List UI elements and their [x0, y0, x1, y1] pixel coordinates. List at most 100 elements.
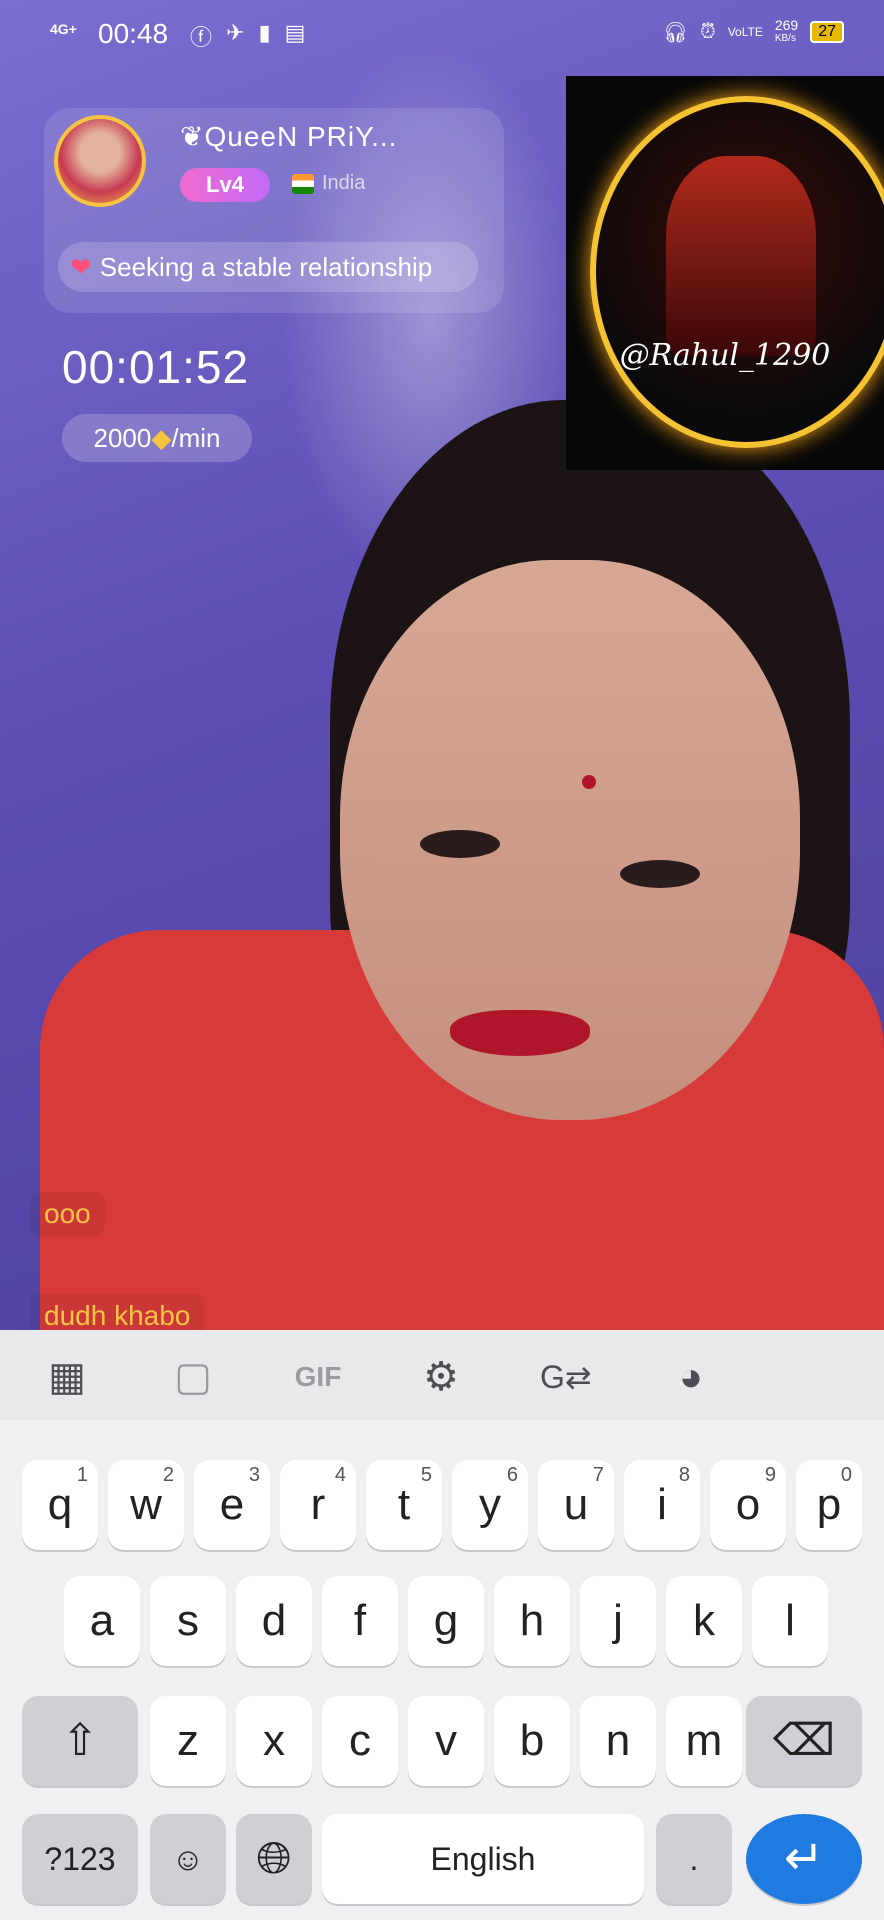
key-hint: 7 — [592, 1464, 604, 1486]
key-hint: 4 — [334, 1464, 346, 1486]
key-label: i — [657, 1480, 667, 1529]
status-time: 00:48 — [98, 18, 169, 49]
rate-unit: /min — [171, 423, 221, 453]
sticker-icon[interactable]: ▢ — [168, 1352, 218, 1402]
settings-icon[interactable]: ⚙ — [416, 1352, 466, 1402]
channel-watermark: @Rahul_1290 — [566, 76, 884, 470]
channel-handle: @Rahul_1290 — [619, 338, 831, 373]
gif-button[interactable]: GIF — [288, 1352, 348, 1402]
enter-key[interactable]: ↵ — [746, 1814, 862, 1904]
key-label: y — [479, 1480, 501, 1529]
key-w[interactable]: 2w — [108, 1460, 184, 1550]
storage-icon: ▤ — [284, 20, 306, 45]
key-label: w — [130, 1480, 162, 1529]
key-s[interactable]: s — [150, 1576, 226, 1666]
call-timer: 00:01:52 — [62, 341, 250, 393]
key-c[interactable]: c — [322, 1696, 398, 1786]
key-l[interactable]: l — [752, 1576, 828, 1666]
india-flag-icon — [292, 174, 314, 194]
key-label: o — [735, 1480, 761, 1529]
status-bar: 4G+ 00:48 ⓕ ✈ ▮ ▤ 🎧︎ ⏰︎ VoLTE 269 KB/s 2… — [0, 0, 884, 70]
right-eye — [620, 860, 700, 888]
key-u[interactable]: 7u — [538, 1460, 614, 1550]
lips — [450, 1010, 590, 1056]
key-hint: 6 — [506, 1464, 518, 1486]
emoji-icon: ☺ — [171, 1841, 205, 1877]
key-z[interactable]: z — [150, 1696, 226, 1786]
language-key[interactable]: 🌐︎ — [236, 1814, 312, 1904]
streamer-status: ❤ Seeking a stable relationship — [58, 242, 478, 292]
network-speed: 269 KB/s — [775, 18, 798, 46]
video-icon: ▮ — [258, 20, 271, 45]
call-rate: 2000◆/min — [62, 414, 252, 462]
key-hint: 8 — [678, 1464, 690, 1486]
globe-icon: 🌐︎ — [256, 1834, 292, 1883]
key-label: r — [310, 1480, 326, 1529]
key-i[interactable]: 8i — [624, 1460, 700, 1550]
symbols-key[interactable]: ?123 — [22, 1814, 138, 1904]
shift-key[interactable]: ⇧ — [22, 1696, 138, 1786]
key-k[interactable]: k — [666, 1576, 742, 1666]
telegram-icon: ✈ — [226, 20, 245, 45]
speed-unit: KB/s — [774, 33, 796, 44]
watermark-figure — [666, 156, 816, 356]
key-v[interactable]: v — [408, 1696, 484, 1786]
key-e[interactable]: 3e — [194, 1460, 270, 1550]
key-label: t — [397, 1480, 411, 1529]
key-x[interactable]: x — [236, 1696, 312, 1786]
key-label: u — [563, 1480, 589, 1529]
country-label: India — [322, 172, 366, 194]
speed-value: 269 — [774, 17, 799, 33]
key-h[interactable]: h — [494, 1576, 570, 1666]
palette-icon[interactable]: ◕ — [666, 1352, 716, 1402]
alarm-icon: ⏰︎ — [700, 20, 716, 43]
bindi — [582, 775, 596, 789]
network-indicator: 4G+ — [50, 21, 77, 37]
key-j[interactable]: j — [580, 1576, 656, 1666]
streamer-avatar[interactable] — [54, 115, 146, 207]
key-hint: 2 — [162, 1464, 174, 1486]
key-p[interactable]: 0p — [796, 1460, 862, 1550]
key-d[interactable]: d — [236, 1576, 312, 1666]
soft-keyboard: ▦ ▢ GIF ⚙ G⇄ ◕ 1q 2w 3e 4r 5t 6y 7u 8i 9… — [0, 1330, 884, 1920]
key-b[interactable]: b — [494, 1696, 570, 1786]
key-hint: 3 — [248, 1464, 260, 1486]
apps-icon[interactable]: ▦ — [42, 1352, 92, 1402]
rate-amount: 2000 — [93, 423, 152, 453]
key-label: q — [47, 1480, 73, 1529]
key-q[interactable]: 1q — [22, 1460, 98, 1550]
streamer-name[interactable]: ❦QueeN PRiY... — [180, 120, 397, 153]
space-bar[interactable]: English — [322, 1814, 644, 1904]
key-o[interactable]: 9o — [710, 1460, 786, 1550]
key-hint: 9 — [764, 1464, 776, 1486]
key-m[interactable]: m — [666, 1696, 742, 1786]
battery-indicator: 27 — [810, 21, 844, 43]
key-g[interactable]: g — [408, 1576, 484, 1666]
period-key[interactable]: . — [656, 1814, 732, 1904]
key-label: e — [219, 1480, 245, 1529]
level-badge: Lv4 — [180, 168, 270, 202]
key-r[interactable]: 4r — [280, 1460, 356, 1550]
key-t[interactable]: 5t — [366, 1460, 442, 1550]
emoji-comma-key[interactable]: ☺ — [150, 1814, 226, 1904]
key-hint: 5 — [420, 1464, 432, 1486]
key-y[interactable]: 6y — [452, 1460, 528, 1550]
enter-icon: ↵ — [783, 1832, 825, 1885]
period-icon: . — [689, 1841, 699, 1877]
key-n[interactable]: n — [580, 1696, 656, 1786]
shift-icon: ⇧ — [61, 1716, 99, 1765]
key-hint: 0 — [840, 1464, 852, 1486]
chat-message: ooo — [30, 1192, 105, 1236]
backspace-key[interactable]: ⌫ — [746, 1696, 862, 1786]
status-text: Seeking a stable relationship — [99, 252, 433, 282]
facebook-icon: ⓕ — [190, 25, 213, 50]
diamond-icon: ◆ — [151, 423, 172, 453]
keyboard-toolbar: ▦ ▢ GIF ⚙ G⇄ ◕ — [0, 1330, 884, 1420]
left-eye — [420, 830, 500, 858]
heart-icon: ❤ — [70, 252, 92, 282]
volte-indicator: VoLTE — [727, 25, 763, 39]
key-a[interactable]: a — [64, 1576, 140, 1666]
backspace-icon: ⌫ — [772, 1716, 836, 1765]
key-f[interactable]: f — [322, 1576, 398, 1666]
translate-icon[interactable]: G⇄ — [540, 1352, 592, 1402]
